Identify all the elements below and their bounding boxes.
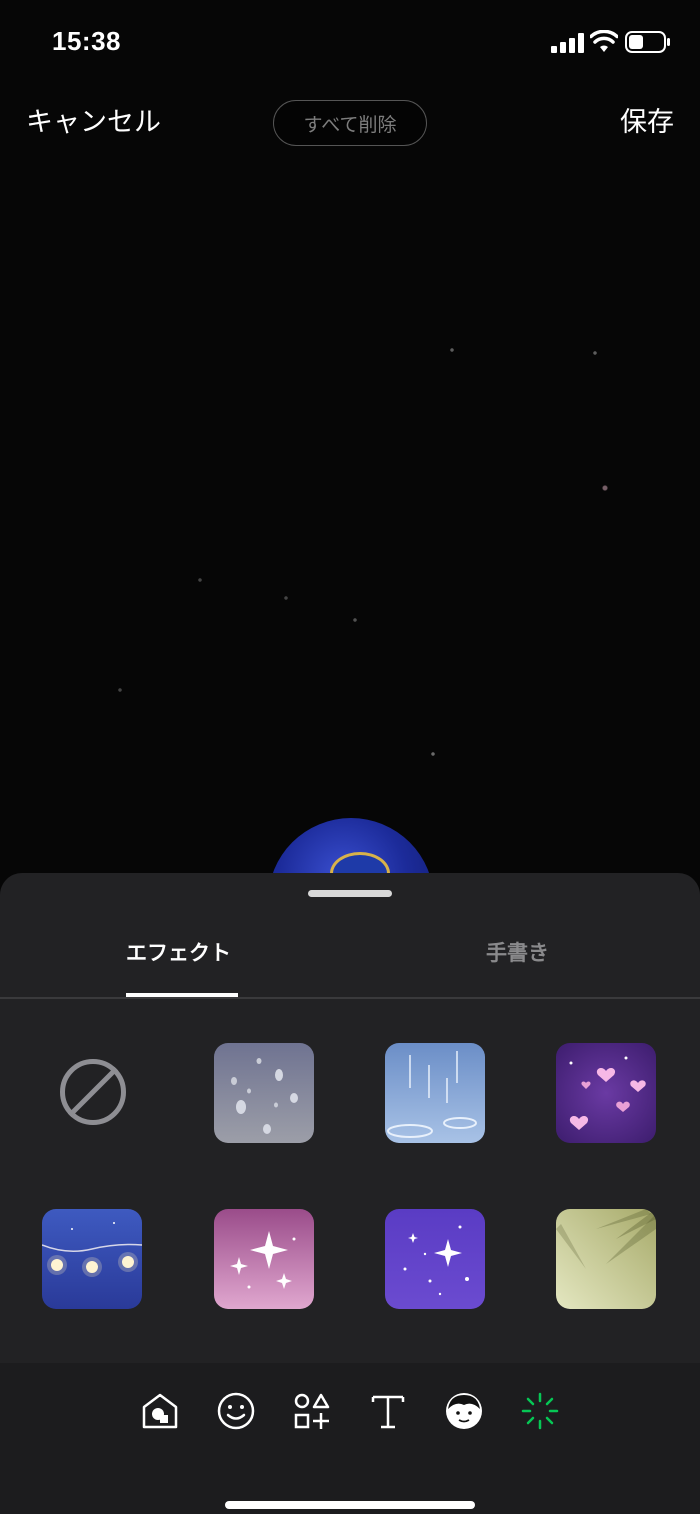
home-indicator xyxy=(225,1501,475,1509)
tab-divider xyxy=(0,997,700,999)
string-lights-icon xyxy=(42,1209,142,1309)
effect-string-lights[interactable] xyxy=(42,1209,142,1309)
effect-sparkles-pink[interactable] xyxy=(214,1209,314,1309)
rain-icon xyxy=(385,1043,485,1143)
status-time: 15:38 xyxy=(52,26,121,56)
sparkles-pink-icon xyxy=(214,1209,314,1309)
battery-icon xyxy=(625,31,670,53)
effect-stars-purple[interactable] xyxy=(385,1209,485,1309)
text-icon[interactable] xyxy=(368,1391,408,1431)
effect-sparkle-icon[interactable] xyxy=(520,1391,560,1431)
raindrops-icon xyxy=(214,1043,314,1143)
effect-hearts[interactable] xyxy=(556,1043,656,1143)
editor-topbar: キャンセル すべて削除 保存 xyxy=(0,96,700,148)
effect-rain[interactable] xyxy=(385,1043,485,1143)
sheet-tabs: エフェクト 手書き xyxy=(0,923,700,997)
avatar-icon[interactable] xyxy=(444,1391,484,1431)
effect-raindrops[interactable] xyxy=(214,1043,314,1143)
emoji-icon[interactable] xyxy=(216,1391,256,1431)
status-bar: 15:38 xyxy=(0,0,700,84)
cancel-button[interactable]: キャンセル xyxy=(26,100,161,139)
shapes-icon[interactable] xyxy=(292,1391,332,1431)
stars-purple-icon xyxy=(385,1209,485,1309)
sheet-drag-handle[interactable] xyxy=(308,890,392,897)
effect-palm-shadow[interactable] xyxy=(556,1209,656,1309)
sticker-icon[interactable] xyxy=(140,1391,180,1431)
tab-effect[interactable]: エフェクト xyxy=(126,937,231,967)
wifi-icon xyxy=(590,30,618,52)
hearts-icon xyxy=(556,1043,656,1143)
effects-sheet: エフェクト 手書き xyxy=(0,873,700,1514)
tab-handwriting[interactable]: 手書き xyxy=(486,937,549,967)
cellular-signal-icon xyxy=(551,33,584,53)
editor-toolbar xyxy=(0,1363,700,1514)
save-button[interactable]: 保存 xyxy=(620,100,674,139)
no-effect-icon[interactable] xyxy=(60,1059,126,1125)
palm-shadow-icon xyxy=(556,1209,656,1309)
delete-all-button[interactable]: すべて削除 xyxy=(273,100,427,146)
